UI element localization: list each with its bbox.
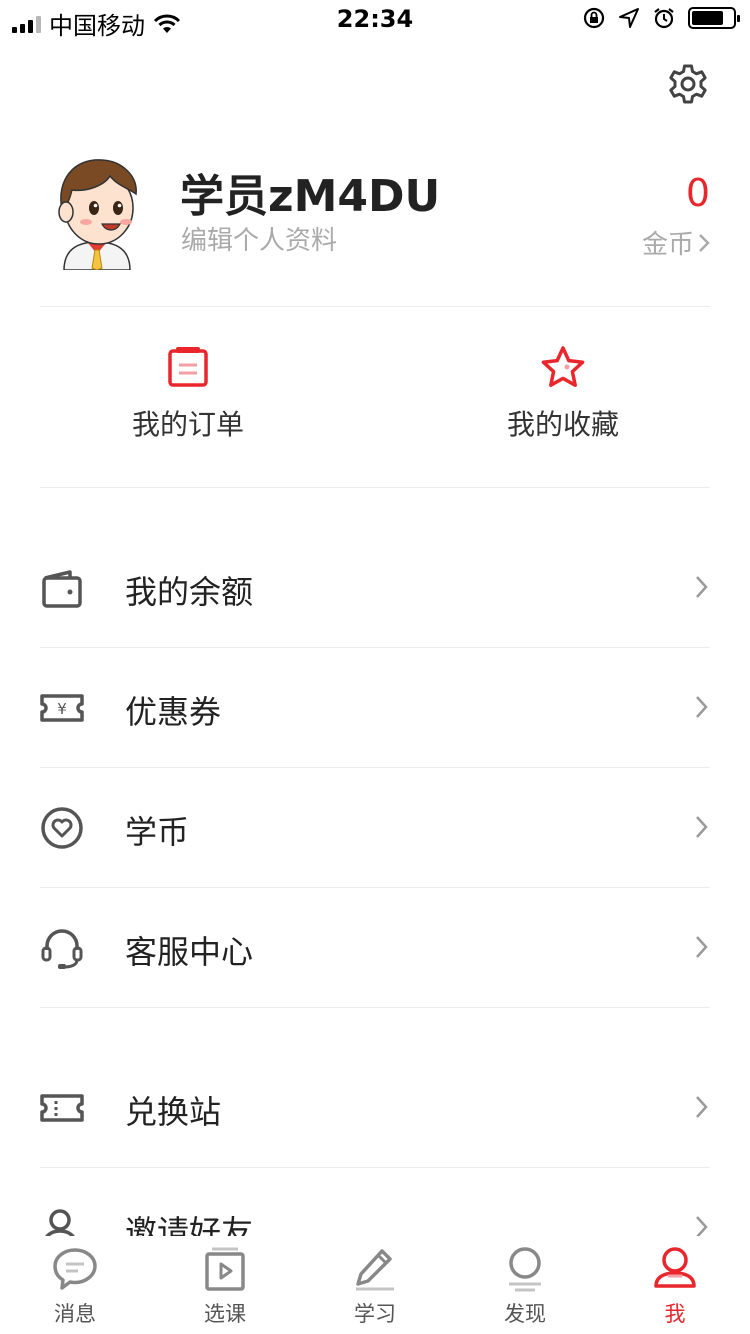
avatar[interactable] — [52, 150, 142, 270]
edit-profile-link[interactable]: 编辑个人资料 — [181, 220, 337, 257]
my-favorites-button[interactable]: 我的收藏 — [463, 345, 663, 443]
wallet-icon — [42, 570, 82, 608]
svg-text:¥: ¥ — [57, 700, 67, 718]
profile-icon — [654, 1247, 696, 1288]
coins-link[interactable]: 金币 — [642, 224, 710, 261]
settings-gear-icon[interactable] — [666, 62, 710, 106]
menu-item-balance[interactable]: 我的余额 — [40, 528, 710, 648]
chevron-right-icon — [696, 936, 708, 958]
chevron-right-icon — [696, 1096, 708, 1118]
rotation-lock-icon — [583, 7, 605, 29]
pencil-icon — [356, 1249, 394, 1291]
video-book-icon — [205, 1247, 245, 1291]
my-orders-button[interactable]: 我的订单 — [88, 345, 288, 443]
coins-value: 0 — [685, 171, 710, 215]
status-bar: 中国移动 22:34 — [0, 0, 750, 40]
divider — [40, 306, 710, 307]
battery-icon — [688, 7, 740, 29]
chevron-right-icon — [699, 233, 710, 252]
menu-item-label: 兑换站 — [125, 1093, 222, 1131]
tab-label: 我 — [664, 1302, 686, 1326]
tab-label: 学习 — [354, 1302, 396, 1326]
my-favorites-label: 我的收藏 — [506, 408, 619, 441]
alarm-icon — [654, 8, 674, 29]
username: 学员zM4DU — [180, 171, 441, 222]
menu-item-customer-service[interactable]: 客服中心 — [40, 888, 710, 1008]
coins-section[interactable]: 0 金币 — [642, 172, 710, 261]
clipboard-icon — [168, 347, 208, 387]
heart-coin-icon — [41, 807, 83, 849]
tab-study[interactable]: 学习 — [300, 1236, 450, 1334]
location-icon — [619, 8, 639, 28]
tab-label: 发现 — [504, 1302, 546, 1326]
star-icon — [541, 346, 585, 387]
tab-label: 选课 — [204, 1302, 246, 1326]
chevron-right-icon — [696, 576, 708, 598]
discover-icon — [509, 1247, 541, 1292]
coupon-icon: ¥ — [40, 694, 84, 722]
ticket-icon — [40, 1094, 84, 1122]
coins-label: 金币 — [641, 230, 694, 260]
chevron-right-icon — [696, 696, 708, 718]
tab-messages[interactable]: 消息 — [0, 1236, 150, 1334]
menu-item-label: 我的余额 — [125, 573, 254, 611]
headset-icon — [41, 929, 83, 969]
tab-me[interactable]: 我 — [600, 1236, 750, 1334]
tab-bar: 消息 选课 学习 发现 我 — [0, 1236, 750, 1334]
menu-item-exchange[interactable]: 兑换站 — [40, 1048, 710, 1168]
tab-courses[interactable]: 选课 — [150, 1236, 300, 1334]
status-right — [582, 6, 740, 30]
chat-bubble-icon — [53, 1248, 97, 1290]
tab-label: 消息 — [54, 1302, 96, 1326]
my-orders-label: 我的订单 — [131, 408, 244, 441]
divider — [40, 487, 710, 488]
tab-discover[interactable]: 发现 — [450, 1236, 600, 1334]
menu-item-coupons[interactable]: ¥ 优惠券 — [40, 648, 710, 768]
menu-item-label: 客服中心 — [125, 933, 254, 971]
chevron-right-icon — [696, 816, 708, 838]
menu-item-label: 优惠券 — [125, 693, 222, 731]
menu-item-label: 学币 — [125, 813, 190, 851]
menu-item-study-coins[interactable]: 学币 — [40, 768, 710, 888]
